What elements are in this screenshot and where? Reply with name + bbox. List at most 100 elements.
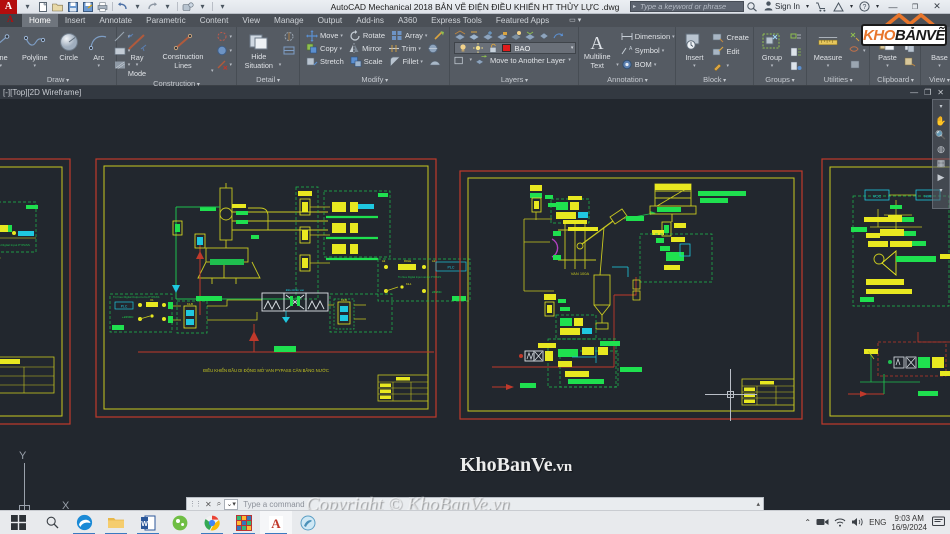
autodesk-a360-icon[interactable] [830, 1, 847, 12]
command-input[interactable]: Type a command [238, 500, 304, 509]
nav-dropdown-icon[interactable]: ▾ [939, 102, 942, 113]
panel-draw-title[interactable]: Draw [2, 74, 114, 85]
layer-dropdown-arrow-icon[interactable]: ▾ [571, 45, 574, 51]
navigation-bar[interactable]: ▾ ✋ 🔍 ◍ ▦ ▶ ▾ [932, 99, 950, 209]
taskbar-paint3d-icon[interactable] [164, 511, 196, 534]
edit-block-button[interactable]: Edit [710, 45, 751, 58]
layer-merge-icon[interactable] [524, 30, 536, 42]
tray-expand-icon[interactable]: ⌃ [804, 518, 811, 527]
taskbar-file-explorer-icon[interactable] [100, 511, 132, 534]
autocad-app-menu-icon[interactable]: A [0, 0, 17, 14]
notification-center-icon[interactable] [931, 515, 946, 530]
plot-icon[interactable] [96, 1, 109, 13]
panel-modify-title[interactable]: Modify [302, 74, 447, 85]
command-prompt-icon[interactable]: ⌄▾ [224, 498, 239, 510]
construction-lines-button[interactable]: Construction Lines [155, 29, 211, 70]
model-space[interactable]: Tin hieu Digital Input PYPASS DIEU KHIEN… [0, 99, 950, 510]
tab-addins[interactable]: Add-ins [349, 14, 391, 27]
tab-insert[interactable]: Insert [58, 14, 92, 27]
taskbar-word-icon[interactable]: W [132, 511, 164, 534]
panel-clipboard-title[interactable]: Clipboard [872, 74, 918, 85]
stretch-button[interactable]: Stretch [304, 55, 346, 68]
new-icon[interactable] [36, 1, 49, 13]
centerline-button[interactable]: ▾ [214, 30, 235, 43]
symbol-dropdown-icon[interactable]: ▾ [662, 48, 665, 54]
tab-content[interactable]: Content [193, 14, 236, 27]
taskbar-app-icon[interactable] [228, 511, 260, 534]
taskbar-autocad-icon[interactable]: A [260, 510, 292, 534]
panel-annotation-title[interactable]: Annotation [581, 74, 673, 85]
layer-match-icon[interactable] [552, 30, 564, 42]
construction-circle-dropdown-icon[interactable]: ▾ [230, 48, 233, 54]
close-button[interactable]: ✕ [926, 0, 948, 14]
taskbar-chrome-icon[interactable] [196, 511, 228, 534]
save-icon[interactable] [66, 1, 79, 13]
array-dropdown-icon[interactable]: ▾ [425, 33, 428, 39]
layer-isolate-icon[interactable] [468, 30, 480, 42]
tab-output[interactable]: Output [311, 14, 350, 27]
arc-button[interactable]: Arc [86, 29, 112, 70]
block-editor-button[interactable]: ▾ [710, 59, 751, 72]
move-button[interactable]: Move ▾ [304, 29, 345, 42]
layer-freeze-icon[interactable] [482, 30, 494, 42]
fillet-button[interactable]: Fillet ▾ [387, 55, 425, 68]
viewport-control-label[interactable]: [-][Top][2D Wireframe] — ❐ ✕ [0, 86, 950, 99]
search-input[interactable]: Type a keyword or phrase [630, 1, 745, 12]
copy-button[interactable]: Copy ▾ [304, 42, 344, 55]
layer-on-bulb-icon[interactable] [457, 42, 469, 54]
redo-icon[interactable] [146, 1, 159, 13]
layer-thaw-sun-icon[interactable] [472, 42, 484, 54]
tray-device-icon[interactable] [816, 517, 829, 529]
panel-groups-title[interactable]: Groups [756, 74, 804, 85]
line-button[interactable]: Line [0, 29, 18, 70]
undo-icon[interactable] [116, 1, 129, 13]
command-close-icon[interactable]: ✕ [203, 500, 214, 509]
layer-lock-icon[interactable] [496, 30, 508, 42]
centerline-dropdown-icon[interactable]: ▾ [230, 34, 233, 40]
move-to-layer-dropdown-icon[interactable]: ▾ [568, 57, 571, 63]
command-search-icon[interactable]: ⌕ [214, 499, 224, 509]
orbit-icon[interactable]: ◍ [937, 144, 945, 155]
trim-dropdown-icon[interactable]: ▾ [418, 46, 421, 52]
app-menu-small-icon[interactable] [0, 14, 22, 27]
help-dropdown-icon[interactable]: ▾ [873, 3, 882, 10]
detail-view-button[interactable] [281, 30, 297, 43]
tab-a360[interactable]: A360 [391, 14, 424, 27]
tab-featured-apps[interactable]: Featured Apps [489, 14, 556, 27]
tab-manage[interactable]: Manage [267, 14, 311, 27]
fillet-dropdown-icon[interactable]: ▾ [420, 59, 423, 65]
tray-volume-icon[interactable] [851, 517, 864, 529]
nav-more-icon[interactable]: ▾ [939, 186, 942, 197]
undo-dropdown-icon[interactable]: ▾ [131, 1, 144, 13]
tab-annotate[interactable]: Annotate [92, 14, 139, 27]
power-dimension-button[interactable] [281, 44, 297, 57]
tray-network-icon[interactable] [834, 517, 846, 529]
tab-home[interactable]: Home [22, 14, 58, 27]
taskbar-edge-icon[interactable] [68, 511, 100, 534]
mirror-button[interactable]: Mirror [346, 42, 384, 55]
delete-construction-dropdown-icon[interactable]: ▾ [230, 62, 233, 68]
move-to-layer-label[interactable]: Move to Another Layer [490, 56, 565, 65]
block-editor-dropdown-icon[interactable]: ▾ [726, 63, 729, 69]
show-motion-icon[interactable]: ▶ [938, 172, 945, 183]
array-button[interactable]: Array ▾ [389, 29, 429, 42]
polyline-button[interactable]: Polyline [18, 29, 52, 70]
ungroup-button[interactable] [788, 31, 804, 44]
scale-button[interactable]: Scale [348, 55, 385, 68]
layer-off-icon[interactable] [510, 30, 522, 42]
create-block-button[interactable]: Create [710, 31, 751, 44]
viewcube-icon[interactable]: ▦ [937, 158, 946, 169]
construction-circle-button[interactable]: ▾ [214, 44, 235, 57]
layer-color-swatch[interactable] [502, 44, 512, 52]
taskbar-misc-icon[interactable] [292, 511, 324, 534]
symbol-button[interactable]: A Symbol ▾ [619, 44, 677, 57]
hide-situation-button[interactable]: Hide Situation [239, 29, 279, 70]
sign-in-button[interactable]: Sign In [761, 0, 803, 13]
power-dimension2-button[interactable] [425, 42, 441, 55]
measure-button[interactable]: Measure [809, 29, 847, 70]
dimension-dropdown-icon[interactable]: ▾ [672, 34, 675, 40]
layer-properties-icon[interactable] [454, 30, 466, 42]
command-options-icon[interactable]: ▴ [756, 500, 763, 508]
workspace-icon[interactable] [181, 1, 194, 13]
move-dropdown-icon[interactable]: ▾ [340, 33, 343, 39]
